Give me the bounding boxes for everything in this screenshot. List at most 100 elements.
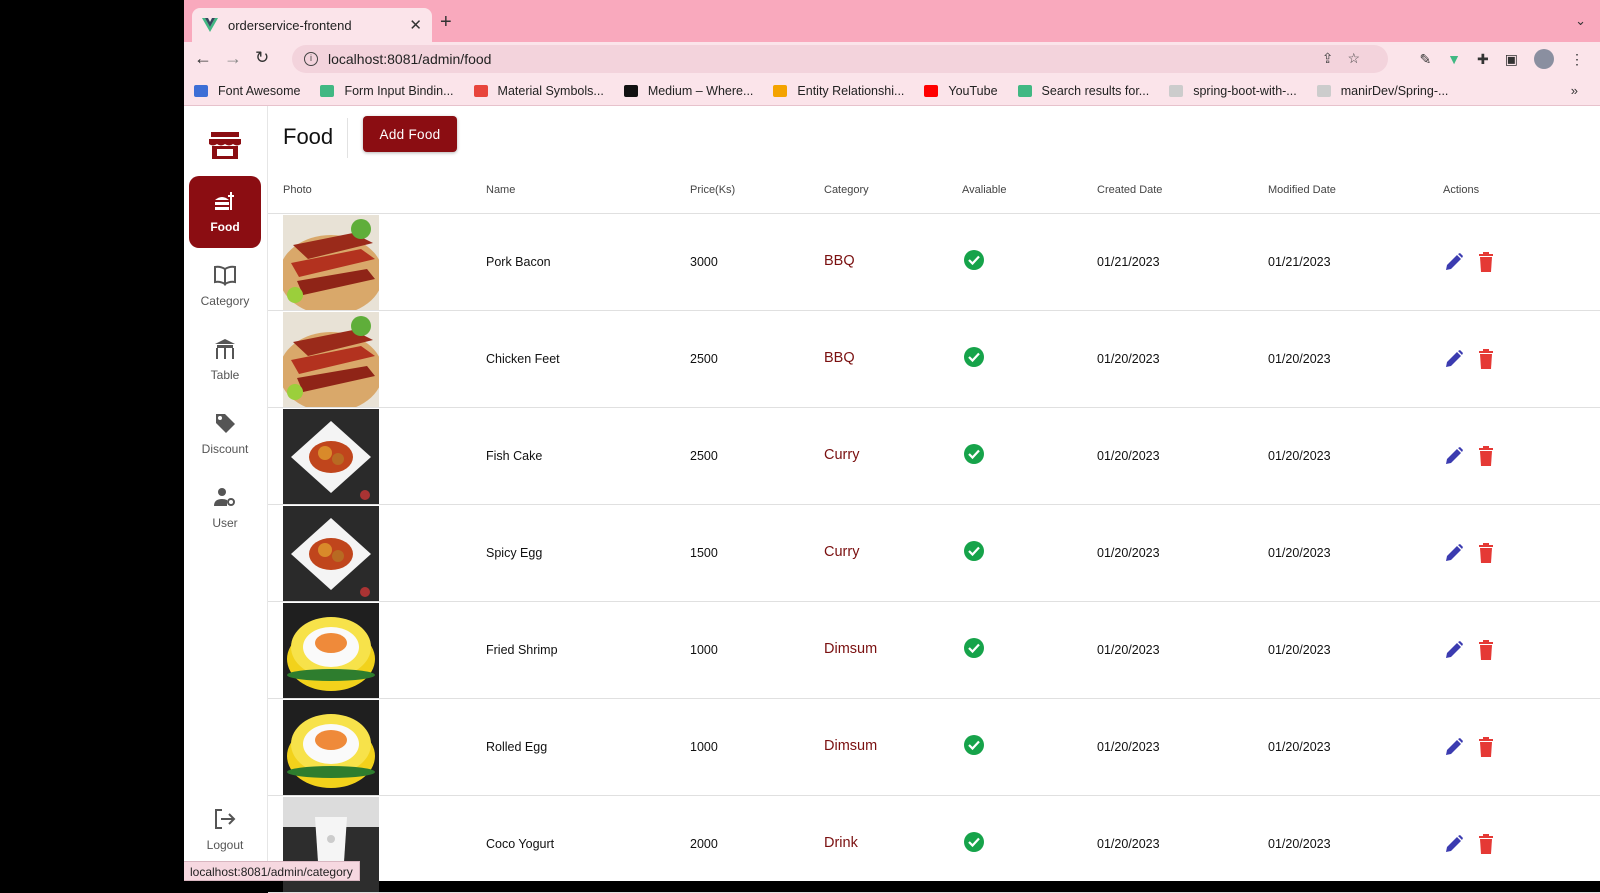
sidebar-item-food[interactable]: Food [189,176,261,248]
bookmark-label: spring-boot-with-... [1193,83,1297,98]
delete-trash-icon[interactable] [1478,349,1494,369]
extensions-puzzle-icon[interactable]: ✚ [1477,51,1489,68]
food-category: BBQ [824,253,855,269]
bookmark-label: YouTube [948,83,998,98]
delete-trash-icon[interactable] [1478,446,1494,466]
delete-trash-icon[interactable] [1478,252,1494,272]
table-header: Photo Name Price(Ks) Category Avaliable Creat… [268,178,1600,214]
logout-icon [215,809,236,829]
delete-trash-icon[interactable] [1478,640,1494,660]
food-photo [283,409,379,504]
browser-window: orderservice-frontend ✕ + ⌄ ← → ↻ i loca… [184,0,1600,893]
column-header: Photo [283,184,312,196]
food-photo [283,312,379,407]
created-date: 01/20/2023 [1097,449,1160,463]
sidebar-item-category[interactable]: Category [189,250,261,322]
tab-close-icon[interactable]: ✕ [409,16,422,34]
sidebar-item-table[interactable]: Table [189,324,261,396]
bookmark-label: Font Awesome [218,83,301,98]
available-check-icon [964,250,984,270]
vue-favicon-icon [202,18,218,32]
delete-trash-icon[interactable] [1478,543,1494,563]
food-name: Spicy Egg [486,546,543,560]
logout-button[interactable]: Logout [189,794,261,866]
available-check-icon [964,444,984,464]
main-content: Food Add Food Photo Name Price(Ks) Category… [268,106,1600,893]
bookmark-item[interactable]: manirDev/Spring-... [1316,84,1448,98]
table-row: Spicy Egg 1500 Curry 01/20/2023 01/20/2023 [268,505,1600,602]
modified-date: 01/20/2023 [1268,643,1331,657]
bookmark-item[interactable]: Material Symbols... [473,84,604,98]
column-header: Price(Ks) [690,184,736,196]
food-name: Fried Shrimp [486,643,558,657]
bookmark-label: Medium – Where... [647,83,754,98]
modified-date: 01/20/2023 [1268,837,1331,851]
food-category: BBQ [824,350,855,366]
created-date: 01/21/2023 [1097,255,1160,269]
page-title: Food [283,124,334,149]
bookmark-item[interactable]: Form Input Bindin... [320,84,454,98]
new-tab-icon[interactable]: + [440,11,452,34]
store-logo-icon [209,132,241,159]
forward-icon[interactable]: → [224,48,242,69]
bookmark-item[interactable]: Entity Relationshi... [773,84,904,98]
food-photo [283,700,379,795]
food-category: Dimsum [824,641,878,657]
address-bar[interactable]: i localhost:8081/admin/food ⇪☆ [292,45,1388,73]
food-photo [283,215,379,310]
food-price: 2000 [690,837,718,851]
bookmark-item[interactable]: spring-boot-with-... [1169,84,1297,98]
tab-strip: orderservice-frontend ✕ + ⌄ [184,0,1600,42]
browser-toolbar: ← → ↻ i localhost:8081/admin/food ⇪☆ ✎ ▼… [184,42,1600,76]
edit-pencil-icon[interactable] [1444,543,1464,563]
delete-trash-icon[interactable] [1478,737,1494,757]
sidebar-item-discount[interactable]: Discount [189,398,261,470]
table-row: Chicken Feet 2500 BBQ 01/20/2023 01/20/2023 [268,311,1600,408]
edit-pencil-icon[interactable] [1444,252,1464,272]
bookmark-favicon-icon [773,84,788,97]
food-name: Chicken Feet [486,352,560,366]
bookmark-item[interactable]: Font Awesome [194,84,300,98]
food-name: Coco Yogurt [486,837,555,851]
browser-menu-icon[interactable]: ⋮ [1570,51,1584,68]
edit-pencil-icon[interactable] [1444,737,1464,757]
profile-avatar[interactable] [1534,49,1554,69]
site-info-icon[interactable]: i [304,52,318,66]
screen-margin [0,0,184,881]
bookmark-favicon-icon [194,84,208,97]
bookmark-item[interactable]: Medium – Where... [623,83,754,98]
url-text: localhost:8081/admin/food [328,51,492,67]
available-check-icon [964,735,984,755]
food-category: Curry [824,544,860,560]
bookmark-label: Entity Relationshi... [797,83,905,98]
edit-pencil-icon[interactable] [1444,640,1464,660]
bookmarks-bar: Font Awesome Form Input Bindin... Material… [184,76,1600,106]
sidebar-item-label: Category [200,294,250,308]
eyedropper-icon[interactable]: ✎ [1419,51,1431,68]
reload-icon[interactable]: ↻ [255,48,269,68]
edit-pencil-icon[interactable] [1444,349,1464,369]
add-food-button[interactable]: Add Food [363,116,457,152]
table-row: Pork Bacon 3000 BBQ 01/21/2023 01/21/2023 [268,214,1600,311]
vue-devtools-icon[interactable]: ▼ [1447,51,1461,67]
column-header: Category [824,184,869,196]
bookmark-item[interactable]: Search results for... [1017,84,1149,98]
modified-date: 01/21/2023 [1268,255,1331,269]
column-header: Name [486,184,516,196]
food-name: Rolled Egg [486,740,548,754]
edit-pencil-icon[interactable] [1444,834,1464,854]
bookmark-item[interactable]: YouTube [924,83,998,98]
bookmarks-overflow-icon[interactable]: » [1571,83,1578,98]
edit-pencil-icon[interactable] [1444,446,1464,466]
sidebar-item-user[interactable]: User [189,472,261,544]
modified-date: 01/20/2023 [1268,740,1331,754]
delete-trash-icon[interactable] [1478,834,1494,854]
side-panel-icon[interactable]: ▣ [1505,51,1518,68]
tab-search-chevron-icon[interactable]: ⌄ [1575,13,1586,29]
share-bookmark-icons[interactable]: ⇪☆ [1322,50,1374,67]
sidebar-item-label: Discount [201,442,249,456]
browser-tab[interactable]: orderservice-frontend ✕ [192,8,432,42]
food-price: 1000 [690,643,718,657]
bookmark-favicon-icon [924,84,939,97]
back-icon[interactable]: ← [194,48,212,69]
